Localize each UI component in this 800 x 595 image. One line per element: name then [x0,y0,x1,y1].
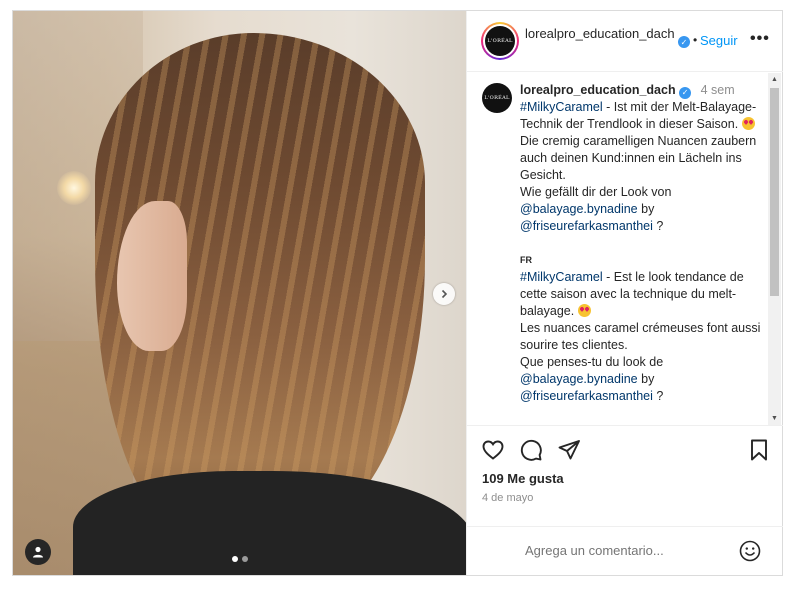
verified-badge-icon: ✓ [679,86,692,99]
language-label: FR [520,255,532,265]
caption-area[interactable]: L'ORÉAL lorealpro_education_dach ✓ 4 sem… [467,73,783,425]
post-side-panel: L'ORÉAL lorealpro_education_dach ✓ • Seg… [466,11,783,575]
caption-by: by [637,372,655,386]
caption-end: ? [652,219,664,233]
like-button[interactable] [481,438,505,462]
smiley-icon [739,540,761,562]
scroll-down-arrow-icon[interactable]: ▼ [768,412,781,425]
save-button[interactable] [747,438,771,462]
photo-lamp [57,171,91,205]
post-header: L'ORÉAL lorealpro_education_dach ✓ • Seg… [467,11,783,72]
scrollbar-thumb[interactable] [770,88,779,296]
caption-line: Que penses-tu du look de [520,355,664,369]
caption-line: Die cremig caramelligen Nuancen zaubern … [520,134,757,182]
more-options-icon[interactable]: ••• [750,30,770,48]
caption-end: ? [652,389,664,403]
hashtag-link[interactable]: #MilkyCaramel [520,270,603,284]
loreal-logo: L'ORÉAL [482,83,512,113]
follow-button[interactable]: Seguir [700,33,738,48]
share-icon [558,440,580,460]
header-separator: • [693,33,698,47]
mention-link[interactable]: @friseurefarkasmanthei [520,219,653,233]
mention-link[interactable]: @balayage.bynadine [520,202,638,216]
caption-text: lorealpro_education_dach ✓ 4 sem #MilkyC… [520,82,768,405]
caption-scrollbar[interactable]: ▲ ▼ [768,73,781,425]
mention-link[interactable]: @balayage.bynadine [520,372,638,386]
caption-avatar[interactable]: L'ORÉAL [482,83,512,113]
loreal-logo: L'ORÉAL [485,26,515,56]
user-tag-button[interactable] [25,539,51,565]
comment-input[interactable] [525,543,725,558]
carousel-dot [242,556,248,562]
heart-eyes-emoji-icon [741,117,755,130]
share-button[interactable] [557,438,581,462]
post-date[interactable]: 4 de mayo [482,492,533,504]
scroll-up-arrow-icon[interactable]: ▲ [768,73,781,86]
profile-avatar[interactable]: L'ORÉAL [481,22,519,60]
instagram-post: L'ORÉAL lorealpro_education_dach ✓ • Seg… [12,10,783,576]
verified-badge-icon: ✓ [678,36,690,48]
post-actions: 109 Me gusta 4 de mayo [467,425,783,535]
caption-line: Wie gefällt dir der Look von [520,185,672,199]
caption-time[interactable]: 4 sem [701,83,735,97]
carousel-indicator [232,556,248,562]
carousel-dot-active [232,556,238,562]
heart-eyes-emoji-icon [577,304,591,317]
header-username[interactable]: lorealpro_education_dach [525,25,675,42]
user-tag-icon [33,546,43,558]
photo-face [117,201,187,351]
caption-by: by [637,202,655,216]
add-comment-bar [467,526,783,575]
caption-line: Les nuances caramel crémeuses font aussi… [520,321,761,352]
comment-button[interactable] [519,438,543,462]
carousel-next-button[interactable] [433,283,455,305]
bookmark-icon [751,439,767,461]
heart-icon [482,440,504,460]
photo-shirt [73,471,466,575]
post-photo[interactable] [13,11,466,575]
comment-icon [520,439,542,461]
likes-count[interactable]: 109 Me gusta [482,471,564,486]
chevron-right-icon [441,289,448,299]
caption-username[interactable]: lorealpro_education_dach [520,83,676,97]
emoji-picker-button[interactable] [738,539,762,568]
mention-link[interactable]: @friseurefarkasmanthei [520,389,653,403]
hashtag-link[interactable]: #MilkyCaramel [520,100,603,114]
